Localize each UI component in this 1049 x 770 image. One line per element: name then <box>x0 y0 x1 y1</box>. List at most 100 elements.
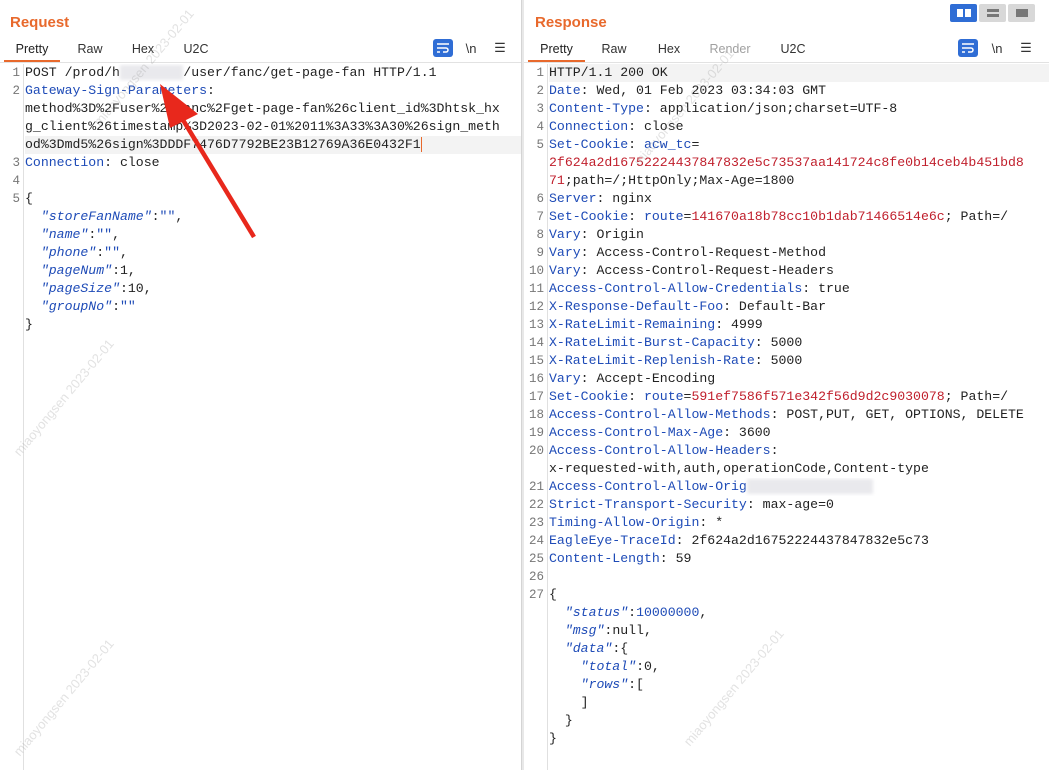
code-line: "phone":"", <box>0 244 521 262</box>
code-token: : <box>770 443 779 458</box>
code-token: : Access-Control-Request-Headers <box>580 263 834 278</box>
code-token: g_client%26timestamp%3D2023-02-01%2011%3… <box>25 119 500 134</box>
tabs-view-icon[interactable] <box>1008 4 1035 22</box>
code-line: x-requested-with,auth,operationCode,Cont… <box>524 460 1049 478</box>
code-line: 15 X-RateLimit-Replenish-Rate: 5000 <box>524 352 1049 370</box>
code-line: 3 Content-Type: application/json;charset=… <box>524 100 1049 118</box>
tab-pretty[interactable]: Pretty <box>4 38 60 62</box>
code-token: : <box>628 389 644 404</box>
code-token: "msg" <box>564 623 605 638</box>
code-line: 2 Date: Wed, 01 Feb 2023 03:34:03 GMT <box>524 82 1049 100</box>
code-token: "" <box>119 299 136 314</box>
line-number: 22 <box>528 498 544 512</box>
code-line: ] <box>524 694 1049 712</box>
newline-toggle-button[interactable]: \n <box>987 39 1007 57</box>
code-text: X-Response-Default-Foo: Default-Bar <box>549 298 1049 316</box>
code-token: { <box>25 191 33 206</box>
code-text: "name":"", <box>25 226 521 244</box>
code-line: } <box>524 712 1049 730</box>
code-text: EagleEye-TraceId: 2f624a2d16752224437847… <box>549 532 1049 550</box>
wrap-lines-icon[interactable] <box>958 39 978 57</box>
line-number: 1 <box>536 66 544 80</box>
code-text: Timing-Allow-Origin: * <box>549 514 1049 532</box>
newline-toggle-button[interactable]: \n <box>461 39 481 57</box>
tab-hex[interactable]: Hex <box>120 38 166 62</box>
code-text: Set-Cookie: route=141670a18b78cc10b1dab7… <box>549 208 1049 226</box>
code-token: 591ef7586f571e342f56d9d2c9030078 <box>691 389 945 404</box>
code-token: /user/fanc/get-page-fan HTTP/1.1 <box>183 65 437 80</box>
code-token: :{ <box>612 641 629 656</box>
code-text: } <box>549 730 1049 748</box>
code-text: "rows":[ <box>549 676 1049 694</box>
tab-u2c[interactable]: U2C <box>166 38 226 62</box>
code-token: Connection <box>549 119 629 134</box>
code-line: 21 Access-Control-Allow-Orig <box>524 478 1049 496</box>
code-token: : 5000 <box>754 335 803 350</box>
code-token: "" <box>104 245 120 260</box>
menu-icon[interactable]: ☰ <box>1016 39 1036 57</box>
code-text: Strict-Transport-Security: max-age=0 <box>549 496 1049 514</box>
tab-hex[interactable]: Hex <box>643 38 695 62</box>
code-text: "msg":null, <box>549 622 1049 640</box>
code-text: Access-Control-Max-Age: 3600 <box>549 424 1049 442</box>
code-token: "groupNo" <box>40 299 113 314</box>
code-token: , <box>112 227 120 242</box>
code-text: Set-Cookie: route=591ef7586f571e342f56d9… <box>549 388 1049 406</box>
line-number: 6 <box>536 192 544 206</box>
line-number: 17 <box>528 390 544 404</box>
code-text: Connection: close <box>549 118 1049 136</box>
line-number: 14 <box>528 336 544 350</box>
code-line: 9 Vary: Access-Control-Request-Method <box>524 244 1049 262</box>
line-number: 16 <box>528 372 544 386</box>
code-token: , <box>119 245 128 260</box>
code-text: "storeFanName":"", <box>25 208 521 226</box>
tab-pretty[interactable]: Pretty <box>528 38 585 62</box>
tab-raw[interactable]: Raw <box>60 38 120 62</box>
code-token: X-Response-Default-Foo <box>549 299 724 314</box>
code-text: Set-Cookie: acw_tc= <box>549 136 1049 154</box>
code-text: HTTP/1.1 200 OK <box>549 64 1049 82</box>
code-token: "data" <box>564 641 613 656</box>
response-editor[interactable]: 1 HTTP/1.1 200 OK 2 Date: Wed, 01 Feb 2023 … <box>524 64 1049 770</box>
code-token: : <box>151 209 160 224</box>
code-text: X-RateLimit-Burst-Capacity: 5000 <box>549 334 1049 352</box>
wrap-lines-icon[interactable] <box>433 39 453 57</box>
code-token: "total" <box>580 659 637 674</box>
code-text: Access-Control-Allow-Methods: POST,PUT, … <box>549 406 1049 424</box>
code-token: 10000000 <box>636 605 700 620</box>
code-token: "rows" <box>580 677 629 692</box>
code-token: , <box>175 209 184 224</box>
code-text: "phone":"", <box>25 244 521 262</box>
line-number: 19 <box>528 426 544 440</box>
code-token: Vary <box>549 227 581 242</box>
menu-icon[interactable]: ☰ <box>490 39 510 57</box>
code-token: Access-Control-Allow-Methods <box>549 407 771 422</box>
line-number: 18 <box>528 408 544 422</box>
code-text: Content-Type: application/json;charset=U… <box>549 100 1049 118</box>
code-token: : max-age=0 <box>746 497 834 512</box>
code-line: 20 Access-Control-Allow-Headers: <box>524 442 1049 460</box>
code-line: 6 Server: nginx <box>524 190 1049 208</box>
code-line: 71;path=/;HttpOnly;Max-Age=1800 <box>524 172 1049 190</box>
tab-render[interactable]: Render <box>695 38 765 62</box>
line-number: 4 <box>536 120 544 134</box>
code-token: X-RateLimit-Burst-Capacity <box>549 335 755 350</box>
code-line: "pageSize":10, <box>0 280 521 298</box>
code-token: Vary <box>549 371 581 386</box>
split-vertical-icon[interactable] <box>979 4 1006 22</box>
code-token: POST /prod/h <box>25 65 120 80</box>
code-token: : 5000 <box>754 353 803 368</box>
split-horizontal-icon[interactable] <box>950 4 977 22</box>
code-line: 2 Gateway-Sign-Parameters: <box>0 82 521 100</box>
request-editor[interactable]: 1 POST /prod/h /user/fanc/get-page-fan HT… <box>0 64 521 770</box>
tab-raw[interactable]: Raw <box>585 38 643 62</box>
code-line: 7 Set-Cookie: route=141670a18b78cc10b1dab… <box>524 208 1049 226</box>
code-line: 16 Vary: Accept-Encoding <box>524 370 1049 388</box>
code-token: : * <box>699 515 724 530</box>
line-number: 1 <box>12 66 20 80</box>
tab-u2c[interactable]: U2C <box>765 38 821 62</box>
line-number: 8 <box>536 228 544 242</box>
